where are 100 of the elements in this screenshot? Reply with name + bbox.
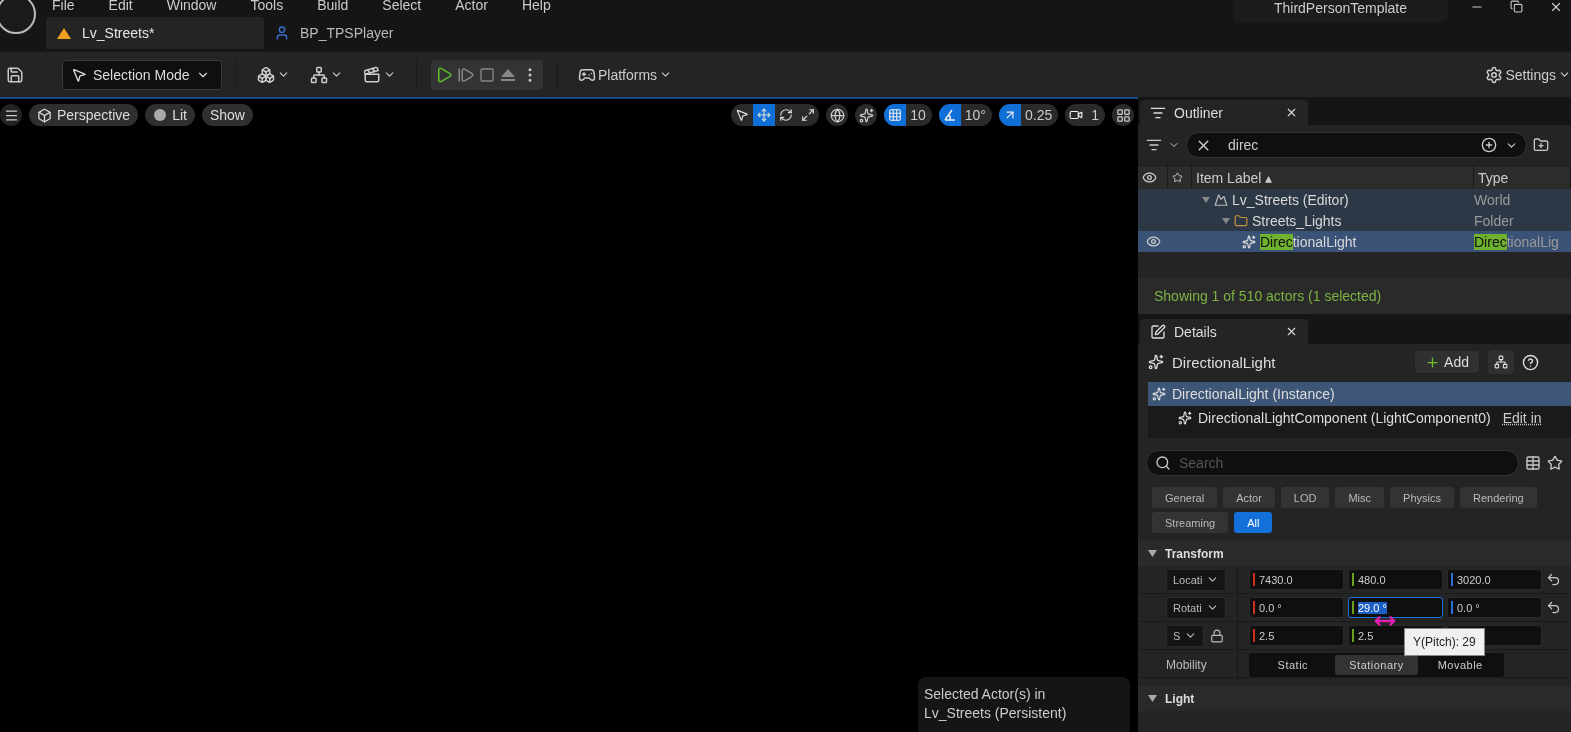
selection-mode-button[interactable]: Selection Mode — [62, 59, 222, 90]
reset-icon[interactable] — [1546, 572, 1561, 587]
number-field[interactable]: 480.0 — [1348, 569, 1443, 590]
new-folder-icon[interactable] — [1533, 137, 1549, 153]
item-label: Lv_Streets (Editor) — [1232, 191, 1349, 208]
edit-link[interactable]: Edit in — [1502, 410, 1542, 426]
status-text: Showing 1 of 510 actors (1 selected) — [1138, 278, 1571, 314]
details-tab[interactable]: Details — [1140, 319, 1308, 344]
platforms-button[interactable]: Platforms — [572, 59, 679, 90]
move-icon[interactable] — [757, 108, 772, 122]
filter-icon[interactable] — [1146, 137, 1162, 153]
star-icon[interactable] — [1547, 455, 1563, 471]
filter-chip[interactable]: Misc — [1335, 487, 1385, 508]
expand-arrow-icon[interactable] — [1148, 695, 1157, 702]
filter-chip[interactable]: Actor — [1223, 487, 1275, 508]
close-icon[interactable] — [1285, 325, 1298, 338]
outliner-row[interactable]: DirectionalLight DirectionalLig — [1138, 231, 1571, 252]
mobility-option[interactable]: Movable — [1418, 655, 1502, 675]
expand-arrow-icon[interactable] — [1222, 217, 1230, 224]
tooltip: Y(Pitch): 29 — [1404, 628, 1485, 656]
filter-chip[interactable]: Streaming — [1152, 512, 1229, 533]
stop-icon[interactable] — [479, 66, 495, 83]
search-field[interactable]: direc — [1186, 132, 1527, 158]
menu-item[interactable]: Tools — [248, 0, 302, 13]
number-field[interactable]: 0.0 ° — [1447, 597, 1542, 618]
menu-item[interactable]: Actor — [453, 0, 506, 13]
item-label: DirectionalLight — [1260, 233, 1357, 250]
menu-item[interactable]: Select — [380, 0, 440, 13]
person-icon — [274, 25, 290, 41]
number-field[interactable]: 29.0 ° — [1348, 597, 1443, 618]
viewport[interactable]: Perspective Lit Show 10 10° 0.25 1 Selected Actor(s) in Lv_Streets (Persistent) — [0, 97, 1138, 732]
outliner-tab[interactable]: Outliner — [1140, 100, 1308, 125]
globe-icon[interactable] — [829, 107, 845, 123]
expand-arrow-icon[interactable] — [1148, 550, 1157, 557]
mountain-icon — [1214, 192, 1228, 207]
property-dropdown[interactable]: Rotati — [1166, 596, 1226, 619]
camera-icon[interactable] — [1069, 108, 1084, 122]
number-field[interactable]: 3020.0 — [1447, 569, 1542, 590]
grid-icon[interactable] — [888, 108, 903, 122]
document-tab[interactable]: Lv_Streets* — [46, 17, 264, 49]
section-header[interactable]: Transform — [1138, 541, 1571, 566]
mobility-option[interactable]: Stationary — [1334, 655, 1419, 675]
menu-item[interactable]: Edit — [106, 0, 151, 13]
angle-icon[interactable] — [942, 108, 957, 122]
sun-rays-icon — [1148, 354, 1164, 370]
level-icon — [56, 26, 72, 40]
filter-chip[interactable]: LOD — [1280, 487, 1330, 508]
settings-button[interactable]: Settings — [1479, 59, 1571, 90]
scale-icon[interactable] — [801, 108, 816, 122]
table-icon[interactable] — [1525, 455, 1541, 471]
close-icon[interactable] — [1285, 106, 1298, 119]
outliner-row[interactable]: Lv_Streets (Editor) World — [1138, 189, 1571, 210]
pointer-icon — [71, 66, 87, 83]
add-circle-icon[interactable] — [1481, 137, 1497, 153]
menu-item[interactable]: Help — [519, 0, 569, 13]
viewport-mode-button[interactable]: Perspective — [29, 104, 139, 126]
property-name: Mobility — [1138, 650, 1238, 680]
filter-chip[interactable]: All — [1234, 512, 1273, 533]
save-icon[interactable] — [6, 65, 24, 84]
filter-chip[interactable]: General — [1152, 487, 1218, 508]
viewport-menu-button[interactable] — [0, 104, 22, 126]
actor-name: DirectionalLight — [1172, 353, 1276, 371]
section-header[interactable]: Light — [1138, 686, 1571, 711]
number-field[interactable]: 2.5 — [1249, 625, 1344, 646]
mobility-option[interactable]: Static — [1251, 655, 1335, 675]
pointer-icon[interactable] — [735, 108, 750, 122]
menu-item[interactable]: File — [50, 0, 93, 13]
eye-icon[interactable] — [1146, 234, 1161, 249]
project-name: ThirdPersonTemplate — [1233, 0, 1448, 22]
component-row[interactable]: DirectionalLightComponent (LightComponent0) Edit in — [1148, 406, 1571, 430]
viewport-mode-button[interactable]: Show — [201, 104, 253, 126]
step-icon[interactable] — [457, 65, 475, 84]
filter-chip[interactable]: Rendering — [1459, 487, 1537, 508]
lock-icon[interactable] — [1210, 628, 1225, 643]
component-row[interactable]: DirectionalLight (Instance) — [1148, 382, 1571, 406]
selection-info: Selected Actor(s) in Lv_Streets (Persistent) — [918, 677, 1130, 732]
clapperboard-icon — [363, 65, 381, 84]
menu-item[interactable]: Build — [315, 0, 367, 13]
restore-icon[interactable] — [1510, 0, 1523, 13]
blueprint-button[interactable] — [1488, 350, 1514, 374]
play-icon[interactable] — [435, 65, 453, 84]
document-tab[interactable]: BP_TPSPlayer — [264, 17, 482, 49]
layout-icon[interactable] — [1115, 107, 1131, 123]
menu-item[interactable]: Window — [164, 0, 235, 13]
property-dropdown[interactable]: S — [1166, 624, 1205, 647]
close-icon[interactable] — [1549, 0, 1563, 14]
number-field[interactable]: 0.0 ° — [1249, 597, 1344, 618]
engine-logo[interactable] — [0, 0, 36, 34]
expand-arrow-icon[interactable] — [1202, 196, 1210, 203]
reset-icon[interactable] — [1546, 600, 1561, 615]
viewport-mode-button[interactable]: Lit — [145, 104, 195, 126]
add-button[interactable]: Add — [1414, 350, 1480, 374]
outliner-row[interactable]: Streets_Lights Folder — [1138, 210, 1571, 231]
rotate-icon[interactable] — [779, 108, 794, 122]
property-dropdown[interactable]: Locati — [1166, 568, 1227, 591]
folder-icon — [1234, 213, 1248, 228]
help-icon[interactable] — [1522, 353, 1539, 371]
sun-rays-icon — [1242, 234, 1256, 249]
filter-chip[interactable]: Physics — [1390, 487, 1454, 508]
number-field[interactable]: 7430.0 — [1249, 569, 1344, 590]
